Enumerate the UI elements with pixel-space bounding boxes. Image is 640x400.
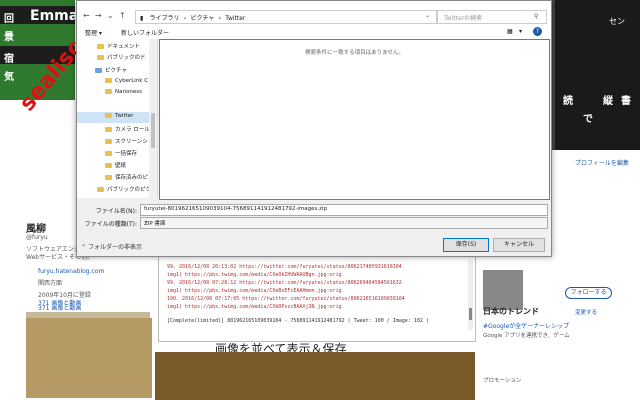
banner-char: 宿 [4,54,14,65]
trend-promo: プロモーション [483,378,522,384]
folder-icon [97,55,104,60]
help-icon[interactable]: ? [533,27,542,36]
right-kanji: で [583,114,593,125]
right-kanji: 書 [621,96,631,107]
author-location: 関西方面 [38,280,63,287]
organize-button[interactable]: 整理 ▾ [85,28,102,37]
user-avatar[interactable] [483,270,523,310]
right-kanji: 読 [563,96,573,107]
save-button[interactable]: 保存(S) [443,238,489,252]
console-line: 99. 2016/12/08 20:13:02 https://twitter.… [167,264,402,270]
view-options-icon[interactable]: ▦ [507,28,513,35]
follow-button[interactable]: フォローする [565,287,612,299]
breadcrumb-item[interactable]: ライブラリ [150,15,180,22]
banner-char: 回 [4,14,14,25]
search-placeholder: Twitterの検索 [444,15,483,22]
address-bar[interactable]: ▮ ライブラリ › ピクチャ › Twitter [135,10,437,24]
author-blog-link[interactable]: furyu.hatenablog.com [38,268,104,275]
folder-icon [105,78,112,83]
author-id: @furyu [26,234,48,241]
folder-icon [105,151,112,156]
console-panel: 99. 2016/12/08 20:13:02 https://twitter.… [158,255,476,342]
dialog-toolbar: 整理 ▾ 新しいフォルダー ▦ ▾ ? [77,25,551,40]
back-icon[interactable]: ← [83,11,90,20]
trend-description: Google アプリを連携でき、ゲーム [483,333,570,339]
file-list[interactable]: 検索条件に一致する項目はありません。 [159,39,550,200]
console-scroll-thumb[interactable] [469,308,472,320]
filetype-row: ファイルの種類(T): ZIP 書庫 ⌄ [77,217,551,229]
filetype-label: ファイルの種類(T): [84,221,137,228]
search-input[interactable]: Twitterの検索 ⚲ [437,10,547,24]
trends-change-link[interactable]: 変更する [575,308,597,316]
folder-icon [105,113,112,118]
pictures-icon [95,68,102,73]
trends-title: 日本のトレンド [483,307,539,316]
trend-item[interactable]: #Googleが全ゲーナーレシップ [483,321,569,330]
folder-icon [105,139,112,144]
recent-icon[interactable]: ⌄ [107,11,114,20]
filename-input[interactable]: furyutei-801962165109039104-756891141912… [140,204,548,216]
tree-scroll-thumb[interactable] [151,113,155,148]
save-dialog: ← → ⌄ ↑ ▮ ライブラリ › ピクチャ › Twitter ⌄ Twitt… [76,0,552,257]
filename-row: ファイル名(N): furyutei-801962165109039104-75… [77,204,551,216]
chevron-down-icon[interactable]: ⌄ [425,12,430,19]
cancel-button[interactable]: キャンセル [493,238,545,252]
chevron-down-icon: ⌄ [144,219,149,225]
up-icon[interactable]: ↑ [119,11,126,20]
banner-title: Emma [30,8,79,24]
banner-char: 景 [4,32,14,43]
filename-label: ファイル名(N): [95,208,137,215]
console-line: 100. 2016/12/08 07:17:05 https://twitter… [167,296,405,302]
console-line: img1) https://pbs.twimg.com/media/CXbDPx… [167,304,342,310]
console-summary: [Complete(limited)] 801962165109039104 -… [167,318,429,324]
folder-tree: ドキュメント パブリックのド ピクチャ CyberLink C Nanoness… [77,39,158,198]
breadcrumb-item[interactable]: Twitter [225,15,245,22]
right-kanji: 縦 [603,96,613,107]
breadcrumb-item[interactable]: ピクチャ [190,15,214,22]
photos-count-link[interactable]: 371 画像と動画 [38,303,81,312]
media-grid[interactable] [26,318,152,398]
forward-icon[interactable]: → [95,11,102,20]
folder-icon [97,187,104,192]
edit-profile-link[interactable]: プロフィールを編集 [575,158,629,167]
folder-icon [105,89,112,94]
right-banner: 読 で 縦 書 セン [555,0,640,150]
view-dropdown-icon[interactable]: ▾ [519,28,522,35]
folder-icon [105,175,112,180]
filetype-select[interactable]: ZIP 書庫 ⌄ [140,217,548,229]
search-icon: ⚲ [534,13,539,20]
folder-icon: ▮ [140,15,144,22]
address-row: ← → ⌄ ↑ ▮ ライブラリ › ピクチャ › Twitter ⌄ Twitt… [77,7,551,25]
folder-icon [105,163,112,168]
empty-message: 検索条件に一致する項目はありません。 [305,50,404,56]
author-name: 風柳 [26,224,46,235]
hide-folders-toggle[interactable]: ⌃ フォルダーの非表示 [81,242,142,251]
folder-icon [105,127,112,132]
folder-icon [97,44,104,49]
console-line: img1) https://pbs.twimg.com/media/CXeOkI… [167,272,342,278]
author-joined-visible: 2009年10月に登録 [38,292,91,299]
console-line: img1) https://pbs.twimg.com/media/CXeBsE… [167,288,342,294]
console-line: 99. 2016/12/08 07:28:12 https://twitter.… [167,280,402,286]
new-folder-button[interactable]: 新しいフォルダー [121,28,169,37]
screenshot-preview [155,352,475,400]
banner-char: 気 [4,72,14,83]
chevron-up-icon: ⌃ [81,244,88,251]
right-banner-text: セン [609,17,625,26]
